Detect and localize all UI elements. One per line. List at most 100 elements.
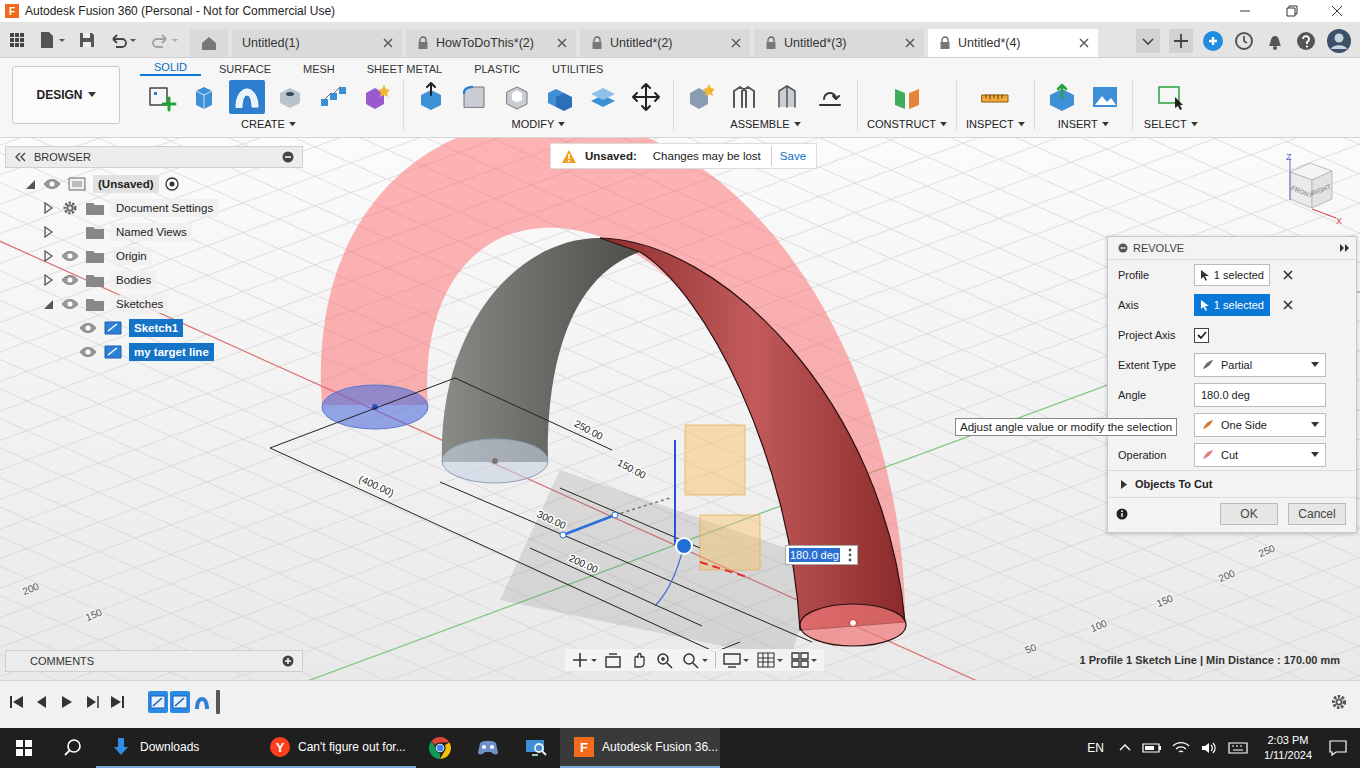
- tree-item[interactable]: Origin: [5, 244, 303, 268]
- checkbox[interactable]: [1194, 328, 1209, 343]
- clear-selection-icon[interactable]: [1282, 269, 1294, 281]
- restore-icon[interactable]: [1268, 0, 1314, 22]
- dialog-button[interactable]: OK: [1220, 503, 1278, 525]
- dimension-label[interactable]: 150.00: [616, 457, 649, 481]
- visibility-icon[interactable]: [79, 345, 97, 359]
- tool-group-menu[interactable]: INSPECT: [966, 118, 1025, 130]
- go-to-start-icon[interactable]: [8, 694, 26, 710]
- tab-list-icon[interactable]: [1136, 29, 1160, 53]
- dialog-header[interactable]: REVOLVE: [1108, 237, 1356, 260]
- search-icon[interactable]: [48, 728, 96, 768]
- expand-icon[interactable]: [41, 249, 55, 263]
- revolve-tool-icon[interactable]: [229, 80, 265, 114]
- dimension-label[interactable]: 250.00: [573, 418, 606, 442]
- action-center-icon[interactable]: [1328, 739, 1348, 757]
- collapse-dialog-icon[interactable]: [1118, 243, 1128, 253]
- shell-tool-icon[interactable]: [499, 80, 535, 114]
- more-options-icon[interactable]: [848, 548, 852, 562]
- document-tab[interactable]: Untitled*(2): [580, 29, 750, 57]
- expand-icon[interactable]: [41, 297, 55, 311]
- redo-icon[interactable]: [150, 31, 180, 49]
- home-tab[interactable]: [190, 29, 228, 57]
- expand-icon[interactable]: [23, 177, 37, 191]
- view-cube[interactable]: FRONTRIGHTZX: [1276, 152, 1346, 226]
- show-hidden-icons-icon[interactable]: [1118, 741, 1132, 755]
- visibility-icon[interactable]: [61, 273, 79, 287]
- expand-icon[interactable]: [59, 321, 73, 335]
- expand-icon[interactable]: [41, 225, 55, 239]
- comments-panel[interactable]: COMMENTS: [5, 650, 303, 672]
- timeline-settings-gear-icon[interactable]: [1330, 693, 1348, 711]
- tool-group-menu[interactable]: SELECT: [1144, 118, 1198, 130]
- visibility-icon[interactable]: [79, 321, 97, 335]
- expand-icon[interactable]: [41, 201, 55, 215]
- form-tool-icon[interactable]: [358, 80, 394, 114]
- grid-settings-icon[interactable]: [756, 651, 784, 669]
- close-tab-icon[interactable]: [1078, 37, 1090, 49]
- joint-tool-icon[interactable]: [726, 80, 762, 114]
- angle-field[interactable]: 180.0 deg: [1194, 383, 1326, 407]
- close-tab-icon[interactable]: [556, 37, 568, 49]
- tree-item[interactable]: my target line: [5, 340, 303, 364]
- wifi-icon[interactable]: [1172, 741, 1190, 755]
- toolbar-tab[interactable]: MESH: [289, 62, 349, 76]
- explorer-taskbar-item[interactable]: [512, 728, 560, 768]
- downloads-taskbar-item[interactable]: Downloads: [96, 728, 256, 768]
- view-cube-face[interactable]: RIGHT: [1310, 183, 1331, 197]
- toolbar-tab[interactable]: SOLID: [140, 60, 201, 76]
- tool-group-menu[interactable]: ASSEMBLE: [730, 118, 800, 130]
- revolve-feature[interactable]: [192, 691, 212, 713]
- dropdown[interactable]: Cut: [1194, 443, 1326, 467]
- expand-icon[interactable]: [41, 273, 55, 287]
- visibility-icon[interactable]: [61, 249, 79, 263]
- viewports-icon[interactable]: [790, 651, 818, 669]
- save-icon[interactable]: [78, 31, 96, 49]
- image-tool-icon[interactable]: [1087, 80, 1123, 114]
- presspull-tool-icon[interactable]: [413, 80, 449, 114]
- undo-icon[interactable]: [108, 31, 138, 49]
- play-icon[interactable]: [58, 694, 76, 710]
- orbit-icon[interactable]: [571, 651, 597, 669]
- pattern-tool-icon[interactable]: [315, 80, 351, 114]
- minimize-panel-icon[interactable]: [282, 151, 294, 163]
- browser-header[interactable]: BROWSER: [5, 146, 303, 168]
- document-tab[interactable]: Untitled*(4): [928, 29, 1098, 57]
- hole-tool-icon[interactable]: [272, 80, 308, 114]
- file-icon[interactable]: [38, 31, 66, 49]
- info-icon[interactable]: [1116, 508, 1128, 520]
- fit-icon[interactable]: [681, 651, 709, 669]
- display-settings-icon[interactable]: [722, 651, 750, 669]
- tree-item[interactable]: Sketch1: [5, 316, 303, 340]
- help-icon[interactable]: [1295, 30, 1317, 52]
- notifications-icon[interactable]: [1264, 30, 1286, 52]
- dimension-label[interactable]: 200.00: [567, 552, 600, 575]
- activate-icon[interactable]: [165, 177, 179, 191]
- dimension-label[interactable]: (400.00): [357, 473, 395, 499]
- game-taskbar-item[interactable]: [464, 728, 512, 768]
- close-tab-icon[interactable]: [730, 37, 742, 49]
- dimension-label[interactable]: 300.00: [535, 508, 568, 531]
- battery-icon[interactable]: [1142, 741, 1162, 755]
- extrude-tool-icon[interactable]: [186, 80, 222, 114]
- fusion-taskbar-item[interactable]: FAutodesk Fusion 36...: [560, 728, 720, 768]
- collapse-panel-icon[interactable]: [14, 152, 26, 162]
- chrome-taskbar-item[interactable]: [416, 728, 464, 768]
- tool-group-menu[interactable]: MODIFY: [512, 118, 566, 130]
- minimize-icon[interactable]: [1222, 0, 1268, 22]
- tree-item[interactable]: Bodies: [5, 268, 303, 292]
- look-at-icon[interactable]: [603, 651, 623, 669]
- toolbar-tab[interactable]: SURFACE: [205, 62, 285, 76]
- user-avatar-icon[interactable]: [1326, 28, 1352, 54]
- sketch-feature[interactable]: [170, 691, 190, 713]
- zoom-icon[interactable]: [655, 651, 675, 669]
- yandex-taskbar-item[interactable]: YCan't figure out for...: [256, 728, 416, 768]
- fillet-tool-icon[interactable]: [456, 80, 492, 114]
- measure-tool-icon[interactable]: [977, 80, 1013, 114]
- document-tab[interactable]: Untitled(1): [232, 29, 402, 57]
- job-status-icon[interactable]: [1233, 30, 1255, 52]
- clear-selection-icon[interactable]: [1282, 299, 1294, 311]
- asbuilt-tool-icon[interactable]: [769, 80, 805, 114]
- combine-tool-icon[interactable]: [542, 80, 578, 114]
- volume-icon[interactable]: [1200, 741, 1218, 755]
- workspace-switcher[interactable]: DESIGN: [12, 66, 120, 124]
